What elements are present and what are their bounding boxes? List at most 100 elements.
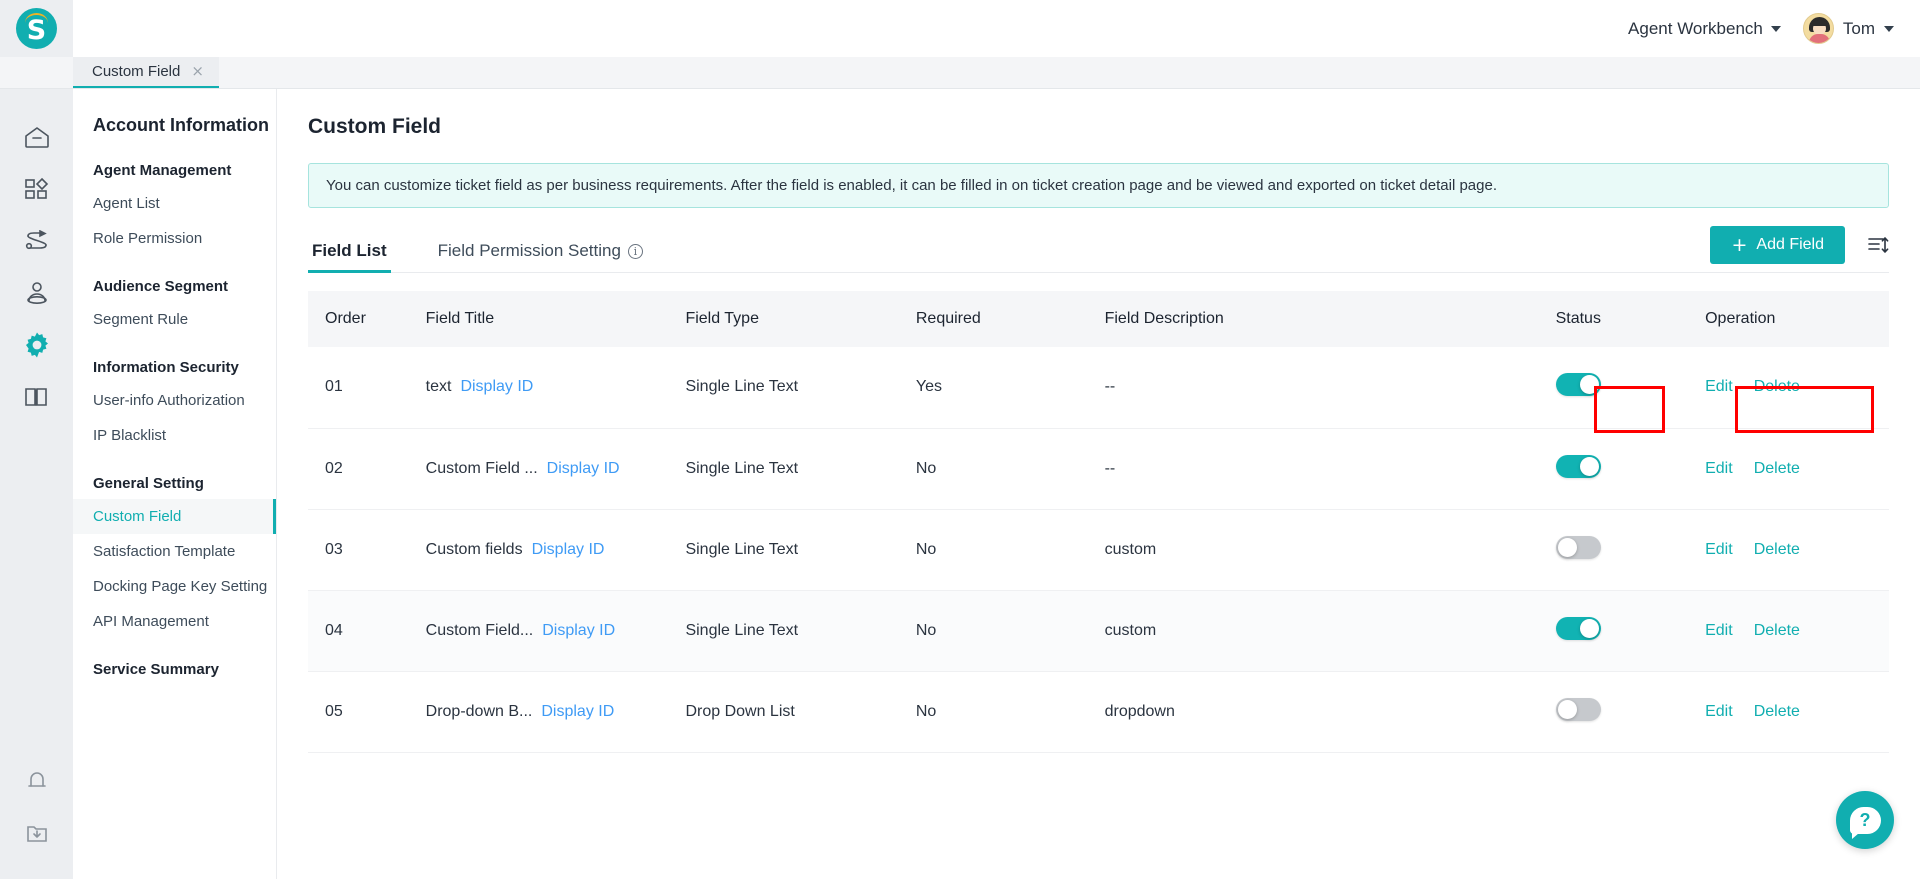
- sidebar-item-satisfaction-template[interactable]: Satisfaction Template: [73, 534, 276, 569]
- cell-order: 04: [308, 590, 426, 672]
- agent-workbench-dropdown[interactable]: Agent Workbench: [1628, 19, 1781, 39]
- toggle-knob: [1579, 375, 1599, 395]
- sidebar-group-label: Service Summary: [93, 661, 219, 678]
- cell-operation: Edit Delete: [1705, 509, 1889, 591]
- cell-operation: Edit Delete: [1705, 671, 1889, 753]
- column-header-status: Status: [1555, 291, 1706, 347]
- edit-link[interactable]: Edit: [1705, 460, 1733, 478]
- cell-status: [1555, 347, 1706, 429]
- delete-link[interactable]: Delete: [1754, 541, 1800, 559]
- info-icon[interactable]: i: [627, 243, 643, 259]
- plus-icon: +: [1731, 233, 1748, 256]
- cell-field-title: Custom Field ... Display ID: [425, 428, 686, 510]
- book-icon[interactable]: [12, 371, 62, 423]
- workflow-icon[interactable]: [12, 215, 62, 267]
- content-panel: Custom Field You can customize ticket fi…: [277, 89, 1920, 879]
- tab-field-list[interactable]: Field List: [308, 241, 391, 273]
- cell-order: 02: [308, 428, 426, 510]
- cell-operation: Edit Delete: [1705, 347, 1889, 429]
- status-toggle[interactable]: [1555, 454, 1601, 478]
- sidebar-group-label: Agent Management: [93, 162, 232, 179]
- sidebar-item-custom-field[interactable]: Custom Field: [73, 499, 276, 534]
- field-title-text: Custom Field...: [425, 621, 534, 639]
- tab-label: Custom Field: [92, 62, 181, 80]
- table-row: 05 Drop-down B... Display ID Drop Down L…: [308, 671, 1889, 753]
- gear-icon[interactable]: [12, 319, 62, 371]
- delete-link[interactable]: Delete: [1754, 622, 1800, 640]
- body-row: Account Information Agent Management Age…: [0, 89, 1920, 879]
- apps-icon[interactable]: [12, 163, 62, 215]
- column-header-field-title: Field Title: [425, 291, 686, 347]
- delete-link[interactable]: Delete: [1754, 460, 1800, 478]
- cell-field-type: Single Line Text: [685, 347, 916, 429]
- edit-link[interactable]: Edit: [1705, 622, 1733, 640]
- cell-field-type: Single Line Text: [685, 590, 916, 672]
- status-toggle[interactable]: [1555, 697, 1601, 721]
- status-toggle[interactable]: [1555, 373, 1601, 397]
- tab-custom-field[interactable]: Custom Field ×: [73, 56, 219, 88]
- home-icon[interactable]: [12, 111, 62, 163]
- edit-link[interactable]: Edit: [1705, 541, 1733, 559]
- sidebar-item-docking-page-key-setting[interactable]: Docking Page Key Setting: [73, 569, 276, 604]
- column-header-operation: Operation: [1705, 291, 1889, 347]
- toggle-knob: [1579, 618, 1599, 638]
- help-bubble-icon: ?: [1849, 806, 1881, 839]
- add-field-button[interactable]: + Add Field: [1710, 226, 1845, 264]
- table-head: Order Field Title Field Type Required Fi…: [308, 291, 1889, 347]
- sidebar-item-segment-rule[interactable]: Segment Rule: [73, 302, 276, 337]
- edit-link[interactable]: Edit: [1705, 378, 1733, 396]
- display-id-link[interactable]: Display ID: [460, 378, 533, 396]
- status-toggle[interactable]: [1555, 616, 1601, 640]
- rail-bottom-group: [12, 755, 62, 879]
- display-id-link[interactable]: Display ID: [541, 703, 614, 721]
- close-icon[interactable]: ×: [191, 63, 204, 79]
- info-banner: You can customize ticket field as per bu…: [308, 163, 1889, 208]
- sidebar-item-api-management[interactable]: API Management: [73, 604, 276, 639]
- page-title: Custom Field: [308, 115, 442, 138]
- user-menu[interactable]: Tom: [1802, 13, 1894, 44]
- cell-status: [1555, 590, 1706, 672]
- display-id-link[interactable]: Display ID: [542, 622, 615, 640]
- sidebar-group-label: Audience Segment: [93, 278, 229, 295]
- sort-order-icon[interactable]: [1867, 235, 1889, 255]
- app-logo-icon[interactable]: S: [16, 8, 57, 49]
- display-id-link[interactable]: Display ID: [547, 460, 620, 478]
- cell-required: No: [915, 509, 1105, 591]
- tab-field-permission-setting[interactable]: Field Permission Setting i: [434, 241, 647, 272]
- display-id-link[interactable]: Display ID: [532, 541, 605, 559]
- cell-field-type: Single Line Text: [685, 428, 916, 510]
- field-title-text: Drop-down B...: [425, 702, 533, 720]
- cell-required: No: [915, 590, 1105, 672]
- table-header-row: Order Field Title Field Type Required Fi…: [308, 291, 1889, 347]
- bell-icon[interactable]: [12, 755, 62, 807]
- table-body: 01 text Display ID Single Line Text Yes …: [308, 347, 1889, 753]
- cell-field-title: text Display ID: [425, 347, 686, 429]
- table-row: 04 Custom Field... Display ID Single Lin…: [308, 590, 1889, 672]
- browser-tab-strip: Custom Field ×: [0, 56, 1920, 89]
- download-folder-icon[interactable]: [12, 807, 62, 859]
- toggle-knob: [1557, 537, 1577, 557]
- tabs-actions: + Add Field: [1710, 226, 1889, 272]
- sidebar-title: Account Information: [93, 115, 269, 135]
- sidebar-item-role-permission[interactable]: Role Permission: [73, 221, 276, 256]
- delete-link[interactable]: Delete: [1754, 703, 1800, 721]
- cell-status: [1555, 509, 1706, 591]
- chevron-down-icon: [1770, 25, 1781, 32]
- toggle-knob: [1557, 699, 1577, 719]
- cell-required: No: [915, 428, 1105, 510]
- cell-field-type: Single Line Text: [685, 509, 916, 591]
- cell-operation: Edit Delete: [1705, 590, 1889, 672]
- delete-link[interactable]: Delete: [1754, 378, 1800, 396]
- field-title-text: text: [425, 378, 452, 396]
- edit-link[interactable]: Edit: [1705, 703, 1733, 721]
- sidebar-item-user-info-authorization[interactable]: User-info Authorization: [73, 383, 276, 418]
- cell-field-description: custom: [1104, 590, 1556, 672]
- cell-operation: Edit Delete: [1705, 428, 1889, 510]
- logo-cell: S: [0, 0, 73, 57]
- sidebar-item-ip-blacklist[interactable]: IP Blacklist: [73, 418, 276, 453]
- audience-icon[interactable]: [12, 267, 62, 319]
- status-toggle[interactable]: [1555, 535, 1601, 559]
- help-button[interactable]: ?: [1836, 791, 1894, 849]
- chevron-down-icon: [1884, 25, 1894, 32]
- sidebar-item-agent-list[interactable]: Agent List: [73, 186, 276, 221]
